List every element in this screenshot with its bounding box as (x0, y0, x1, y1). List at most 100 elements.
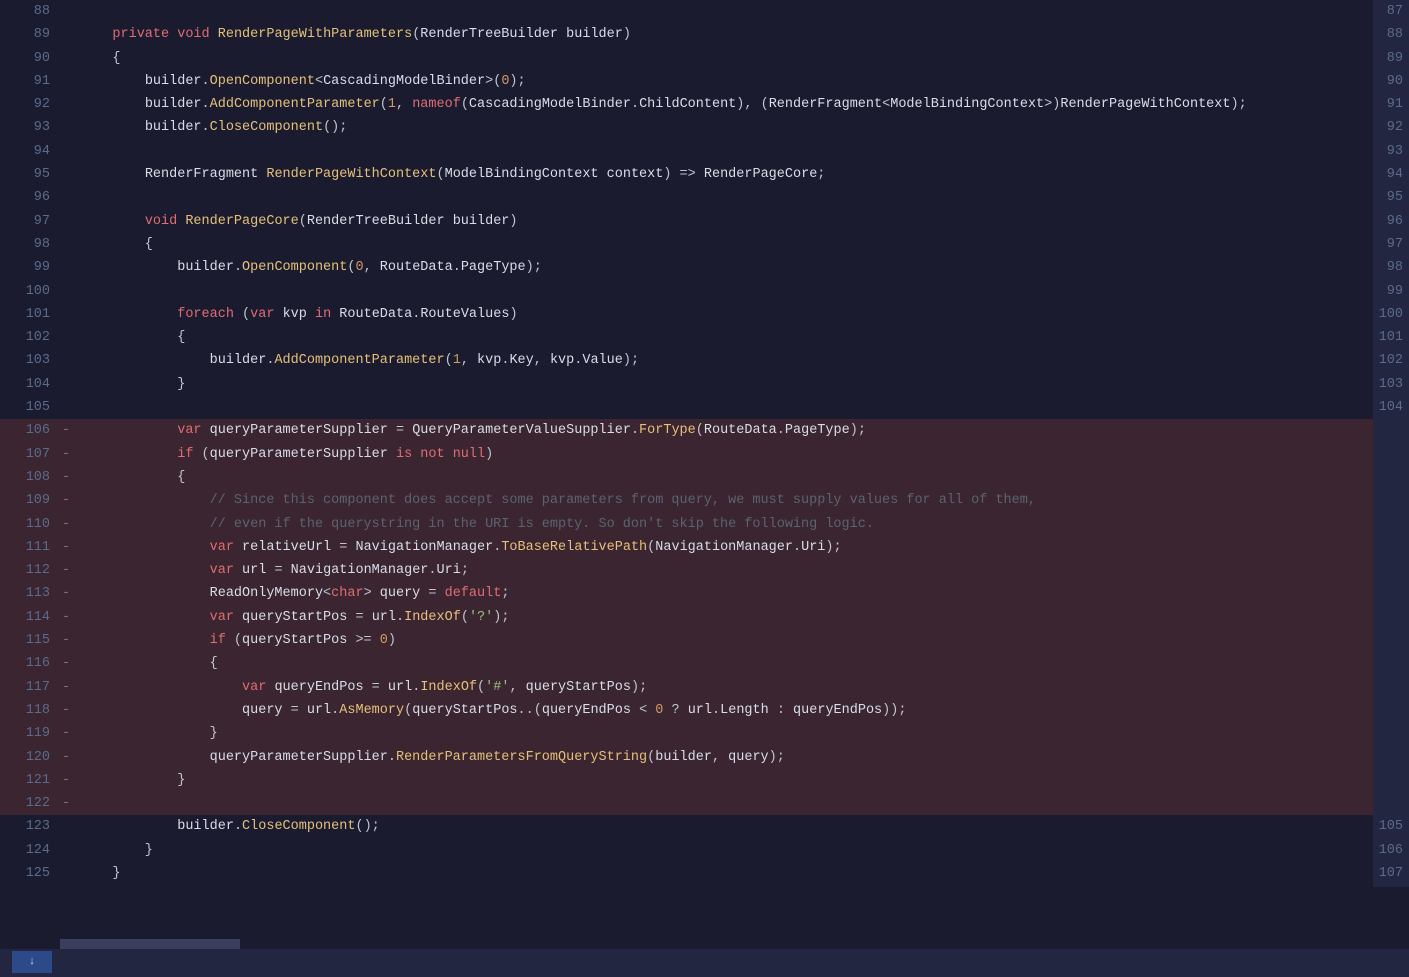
code-line[interactable] (80, 396, 1373, 419)
line-number-right: 96 (1373, 210, 1403, 233)
line-number: 116 (0, 652, 62, 675)
diff-marker (62, 93, 80, 116)
code-line[interactable]: RenderFragment RenderPageWithContext(Mod… (80, 163, 1373, 186)
code-line[interactable]: queryParameterSupplier.RenderParametersF… (80, 746, 1373, 769)
code-line[interactable]: builder.AddComponentParameter(1, nameof(… (80, 93, 1373, 116)
line-number: 100 (0, 280, 62, 303)
code-line[interactable]: { (80, 652, 1373, 675)
code-line[interactable]: { (80, 47, 1373, 70)
horizontal-scrollbar[interactable] (60, 939, 1373, 949)
line-number: 104 (0, 373, 62, 396)
diff-marker (62, 116, 80, 139)
line-number-right (1373, 746, 1403, 769)
line-number: 101 (0, 303, 62, 326)
code-line[interactable]: ReadOnlyMemory<char> query = default; (80, 582, 1373, 605)
diff-marker (62, 396, 80, 419)
line-number: 123 (0, 815, 62, 838)
line-number-right (1373, 606, 1403, 629)
diff-marker: - (62, 513, 80, 536)
code-content[interactable]: private void RenderPageWithParameters(Re… (80, 0, 1373, 887)
line-number-right: 103 (1373, 373, 1403, 396)
diff-marker (62, 23, 80, 46)
line-number-right (1373, 513, 1403, 536)
line-number: 107 (0, 443, 62, 466)
code-line[interactable]: } (80, 373, 1373, 396)
diff-marker (62, 47, 80, 70)
diff-marker (62, 70, 80, 93)
line-number: 108 (0, 466, 62, 489)
code-line[interactable]: var queryStartPos = url.IndexOf('?'); (80, 606, 1373, 629)
line-number: 118 (0, 699, 62, 722)
code-line[interactable]: var queryParameterSupplier = QueryParame… (80, 419, 1373, 442)
code-line[interactable]: { (80, 466, 1373, 489)
line-number: 111 (0, 536, 62, 559)
line-number: 125 (0, 862, 62, 885)
code-line[interactable]: builder.OpenComponent(0, RouteData.PageT… (80, 256, 1373, 279)
code-line[interactable]: builder.AddComponentParameter(1, kvp.Key… (80, 349, 1373, 372)
code-line[interactable]: var relativeUrl = NavigationManager.ToBa… (80, 536, 1373, 559)
line-number-right: 94 (1373, 163, 1403, 186)
line-number-right: 100 (1373, 303, 1403, 326)
line-number-right (1373, 769, 1403, 792)
expand-down-button[interactable]: ↓ (12, 951, 52, 973)
line-number: 102 (0, 326, 62, 349)
line-number-right: 88 (1373, 23, 1403, 46)
line-number-right: 91 (1373, 93, 1403, 116)
code-line[interactable] (80, 186, 1373, 209)
diff-marker: - (62, 792, 80, 815)
diff-marker: - (62, 652, 80, 675)
diff-marker (62, 233, 80, 256)
diff-marker: - (62, 443, 80, 466)
status-bar: ↓ (0, 949, 1409, 977)
diff-marker (62, 140, 80, 163)
diff-marker (62, 280, 80, 303)
code-line[interactable]: if (queryParameterSupplier is not null) (80, 443, 1373, 466)
horizontal-scrollbar-thumb[interactable] (60, 939, 240, 949)
code-line[interactable]: builder.CloseComponent(); (80, 116, 1373, 139)
line-number: 99 (0, 256, 62, 279)
diff-marker: - (62, 536, 80, 559)
line-number-right (1373, 443, 1403, 466)
diff-marker-column: ----------------- (62, 0, 80, 887)
line-number-right (1373, 582, 1403, 605)
code-line[interactable]: // Since this component does accept some… (80, 489, 1373, 512)
line-number-right: 92 (1373, 116, 1403, 139)
arrow-down-icon: ↓ (29, 956, 36, 968)
code-line[interactable]: foreach (var kvp in RouteData.RouteValue… (80, 303, 1373, 326)
line-number-right (1373, 559, 1403, 582)
code-line[interactable]: var queryEndPos = url.IndexOf('#', query… (80, 676, 1373, 699)
code-line[interactable]: if (queryStartPos >= 0) (80, 629, 1373, 652)
code-line[interactable]: query = url.AsMemory(queryStartPos..(que… (80, 699, 1373, 722)
diff-marker (62, 186, 80, 209)
code-line[interactable] (80, 280, 1373, 303)
diff-marker (62, 349, 80, 372)
code-line[interactable]: } (80, 722, 1373, 745)
code-line[interactable]: private void RenderPageWithParameters(Re… (80, 23, 1373, 46)
line-number-right: 97 (1373, 233, 1403, 256)
line-number-gutter-right: 8788899091929394959697989910010110210310… (1373, 0, 1409, 887)
code-line[interactable]: } (80, 769, 1373, 792)
code-editor[interactable]: 8889909192939495969798991001011021031041… (0, 0, 1409, 887)
diff-marker (62, 163, 80, 186)
code-line[interactable]: void RenderPageCore(RenderTreeBuilder bu… (80, 210, 1373, 233)
code-line[interactable] (80, 0, 1373, 23)
code-line[interactable]: } (80, 862, 1373, 885)
line-number-right: 101 (1373, 326, 1403, 349)
line-number-right: 105 (1373, 815, 1403, 838)
code-line[interactable]: builder.OpenComponent<CascadingModelBind… (80, 70, 1373, 93)
diff-marker: - (62, 699, 80, 722)
code-line[interactable]: builder.CloseComponent(); (80, 815, 1373, 838)
line-number-right (1373, 722, 1403, 745)
code-line[interactable]: { (80, 233, 1373, 256)
code-line[interactable]: // even if the querystring in the URI is… (80, 513, 1373, 536)
code-line[interactable] (80, 792, 1373, 815)
line-number: 96 (0, 186, 62, 209)
code-line[interactable] (80, 140, 1373, 163)
diff-marker (62, 210, 80, 233)
line-number: 89 (0, 23, 62, 46)
line-number-right: 98 (1373, 256, 1403, 279)
code-line[interactable]: } (80, 839, 1373, 862)
code-line[interactable]: { (80, 326, 1373, 349)
code-line[interactable]: var url = NavigationManager.Uri; (80, 559, 1373, 582)
line-number-right: 102 (1373, 349, 1403, 372)
